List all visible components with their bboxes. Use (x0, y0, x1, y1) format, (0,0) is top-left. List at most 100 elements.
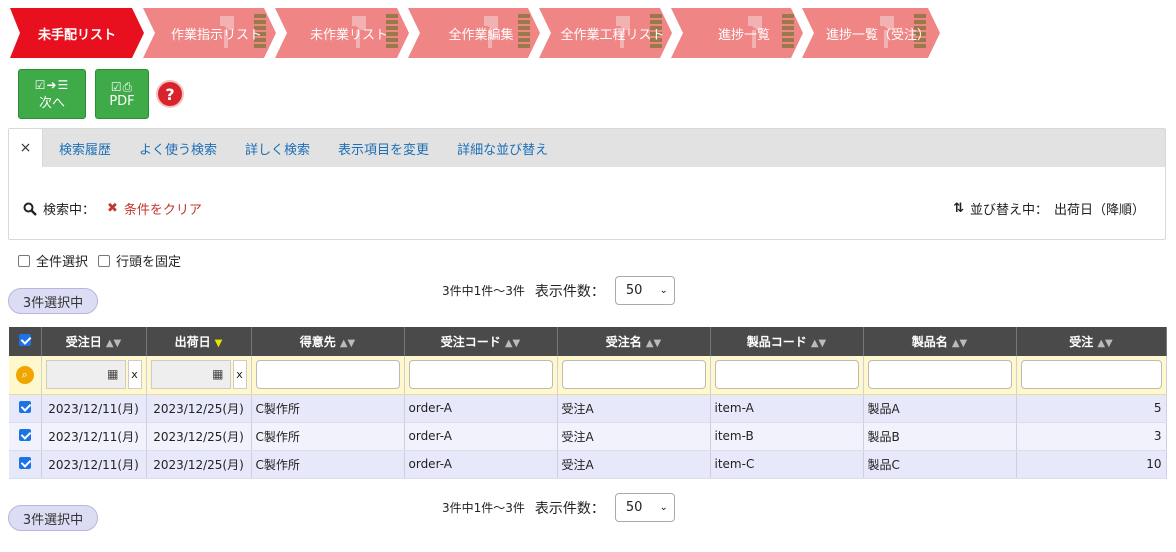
column-header-customer[interactable]: 得意先 ▲▼ (251, 327, 405, 356)
per-page-label: 表示件数： (534, 283, 605, 300)
search-tabs: × 検索履歴 よく使う検索 詳しく検索 表示項目を変更 詳細な並び替え (9, 129, 1165, 167)
column-label: 受注日 (65, 335, 102, 349)
step-label: 全作業編集 (448, 27, 514, 43)
select-all-checkbox[interactable] (18, 254, 30, 267)
chevron-down-icon: ⌄ (659, 285, 668, 296)
row-select[interactable] (9, 394, 42, 423)
table-row[interactable]: 2023/12/11(月) 2023/12/25(月) C製作所 order-A… (9, 394, 1167, 423)
next-button[interactable]: ☑➜☰ 次へ (18, 69, 86, 119)
help-icon[interactable]: ? (158, 82, 182, 106)
table-row[interactable]: 2023/12/11(月) 2023/12/25(月) C製作所 order-A… (9, 422, 1167, 451)
row-select[interactable] (9, 422, 42, 451)
column-header-item-code[interactable]: 製品コード ▲▼ (710, 327, 864, 356)
select-all-option[interactable]: 全件選択 (18, 251, 88, 270)
tab-display-columns[interactable]: 表示項目を変更 (324, 129, 443, 167)
order-name-filter-input[interactable] (561, 360, 706, 390)
filter-item-code (710, 356, 864, 395)
column-header-quantity[interactable]: 受注 ▲▼ (1016, 327, 1167, 356)
filter-order-name (557, 356, 711, 395)
result-count: 3件中1件〜3件 (442, 501, 525, 515)
step-all-work-edit[interactable]: 全作業編集 (408, 8, 540, 58)
checklist-arrow-icon: ☑➜☰ (34, 77, 70, 92)
tab-search-history[interactable]: 検索履歴 (43, 129, 125, 167)
per-page-select[interactable]: 50 ⌄ (614, 493, 675, 522)
search-panel: × 検索履歴 よく使う検索 詳しく検索 表示項目を変更 詳細な並び替え 検索中：… (8, 128, 1166, 240)
sort-icon: ▲▼ (951, 338, 968, 349)
step-progress-list[interactable]: 進捗一覧 (671, 8, 803, 58)
cell-customer: C製作所 (251, 450, 405, 479)
tab-favorite-search[interactable]: よく使う検索 (125, 129, 231, 167)
tab-detailed-sort[interactable]: 詳細な並び替え (443, 129, 562, 167)
column-header-order-name[interactable]: 受注名 ▲▼ (557, 327, 711, 356)
clear-date-button[interactable]: x (232, 360, 247, 390)
per-page-label: 表示件数： (534, 500, 605, 517)
tab-detailed-search[interactable]: 詳しく検索 (231, 129, 324, 167)
close-search-tab[interactable]: × (9, 129, 43, 167)
column-label: 出荷日 (174, 335, 211, 349)
clear-conditions-label: 条件をクリア (123, 203, 202, 218)
row-checkbox[interactable] (18, 400, 31, 413)
column-header-order-code[interactable]: 受注コード ▲▼ (404, 327, 558, 356)
pdf-button-label: PDF (109, 93, 135, 109)
order-code-filter-input[interactable] (408, 360, 553, 390)
sort-icon: ▲▼ (339, 338, 356, 349)
column-label: 受注 (1069, 335, 1094, 349)
item-code-filter-input[interactable] (714, 360, 859, 390)
row-select[interactable] (9, 450, 42, 479)
filter-search-cell: ⌕ (9, 356, 42, 395)
cell-ship-date: 2023/12/25(月) (146, 394, 252, 423)
clear-date-button[interactable]: x (127, 360, 142, 390)
clear-conditions-link[interactable]: ✖ 条件をクリア (107, 199, 202, 218)
list-options: 全件選択 行頭を固定 (18, 251, 181, 270)
sort-desc-icon: ▼ (214, 338, 223, 349)
header-checkbox[interactable] (18, 334, 31, 346)
filter-customer (251, 356, 405, 395)
checklist-print-icon: ☑⎙ (110, 79, 134, 94)
order-date-filter-input[interactable]: ▦ (45, 360, 126, 390)
step-label: 作業指示リスト (170, 27, 262, 43)
column-label: 得意先 (299, 335, 336, 349)
per-page-value: 50 (625, 283, 643, 298)
step-label: 進捗一覧 (717, 27, 770, 43)
cell-item-name: 製品A (863, 394, 1017, 423)
item-name-filter-input[interactable] (867, 360, 1012, 390)
cell-order-name: 受注A (557, 422, 711, 451)
freeze-header-option[interactable]: 行頭を固定 (98, 251, 181, 270)
cell-order-date: 2023/12/11(月) (41, 422, 147, 451)
sort-icon: ▲▼ (504, 338, 521, 349)
per-page-select[interactable]: 50 ⌄ (614, 276, 675, 305)
quantity-filter-input[interactable] (1020, 360, 1162, 390)
step-progress-list-orders[interactable]: 進捗一覧（受注） (802, 8, 940, 58)
step-unarranged-list[interactable]: 未手配リスト (10, 8, 144, 58)
ship-date-filter-input[interactable]: ▦ (150, 360, 231, 390)
result-count: 3件中1件〜3件 (442, 284, 525, 298)
search-status-label: 検索中： (43, 203, 96, 218)
row-checkbox[interactable] (18, 428, 31, 441)
step-work-instruction-list[interactable]: 作業指示リスト (143, 8, 276, 58)
cell-quantity: 5 (1016, 394, 1167, 423)
search-icon[interactable]: ⌕ (15, 365, 34, 384)
customer-filter-input[interactable] (255, 360, 400, 390)
step-unworked-list[interactable]: 未作業リスト (275, 8, 409, 58)
calendar-icon[interactable]: ▦ (107, 367, 118, 381)
freeze-header-checkbox[interactable] (98, 254, 111, 267)
filter-ship-date: ▦ x (146, 356, 252, 395)
step-all-process-list[interactable]: 全作業工程リスト (539, 8, 672, 58)
column-header-ship-date[interactable]: 出荷日 ▼ (146, 327, 252, 356)
table-row[interactable]: 2023/12/11(月) 2023/12/25(月) C製作所 order-A… (9, 450, 1167, 479)
pdf-button[interactable]: ☑⎙ PDF (95, 69, 149, 119)
row-checkbox[interactable] (18, 456, 31, 469)
step-label: 未手配リスト (37, 27, 116, 43)
cell-order-code: order-A (404, 394, 558, 423)
calendar-icon[interactable]: ▦ (212, 367, 223, 381)
cell-customer: C製作所 (251, 394, 405, 423)
column-header-item-name[interactable]: 製品名 ▲▼ (863, 327, 1017, 356)
column-header-order-date[interactable]: 受注日 ▲▼ (41, 327, 147, 356)
cell-item-code: item-B (710, 422, 864, 451)
selection-count-badge: 3件選択中 (8, 288, 98, 314)
search-panel-body: 検索中： ✖ 条件をクリア ⇅ 並び替え中： 出荷日（降順） (9, 167, 1165, 239)
header-select-all[interactable] (9, 327, 42, 356)
selection-count-badge-bottom: 3件選択中 (8, 505, 98, 531)
cell-customer: C製作所 (251, 422, 405, 451)
orders-table: 受注日 ▲▼ 出荷日 ▼ 得意先 ▲▼ 受注コード ▲▼ 受注名 ▲▼ 製品コード ▲▼ 製… (9, 327, 1167, 479)
